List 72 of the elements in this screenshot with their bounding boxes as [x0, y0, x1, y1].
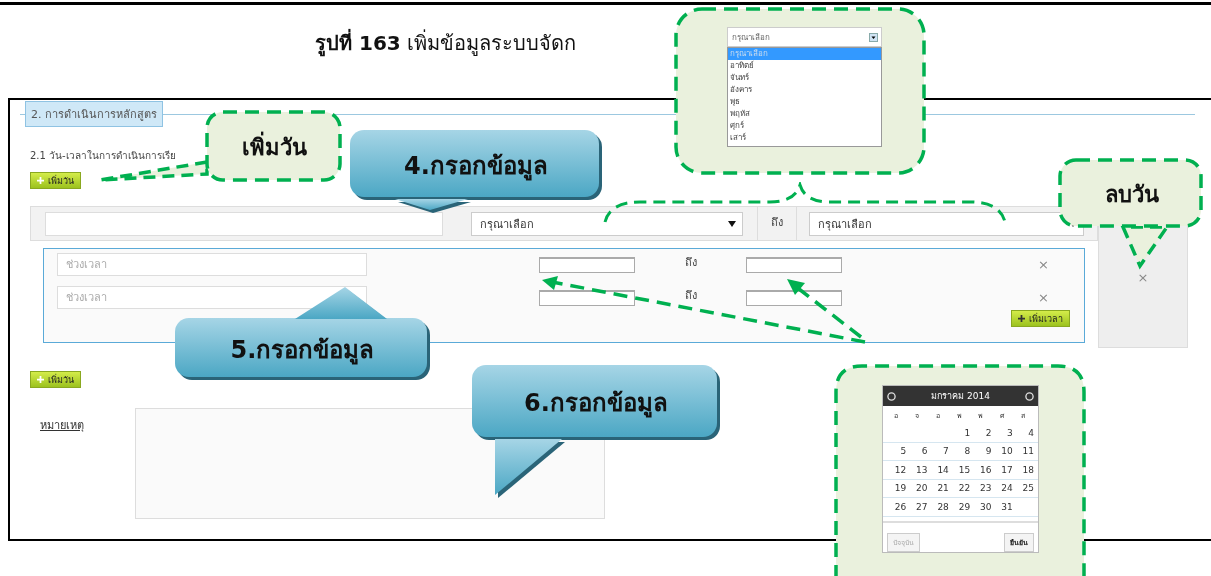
callout-label: ลบวัน: [1104, 180, 1159, 209]
add-day-button[interactable]: เพิ่มวัน: [30, 172, 81, 189]
callout-label: 5.กรอกข้อมูล: [230, 334, 375, 367]
calendar-day[interactable]: 28: [927, 501, 949, 512]
note-link[interactable]: หมายเหตุ: [40, 416, 135, 519]
plus-icon: [37, 376, 44, 383]
time-period-field[interactable]: ช่วงเวลา: [57, 286, 367, 309]
dropdown-option[interactable]: พฤหัส: [728, 108, 881, 120]
calendar-day[interactable]: 3: [991, 427, 1013, 438]
calendar-day[interactable]: 2: [970, 427, 992, 438]
start-time-field[interactable]: [539, 256, 635, 273]
section-subheading: 2.1 วัน-เวลาในการดำเนินการเรีย: [30, 149, 176, 163]
calendar-day[interactable]: 1: [948, 427, 971, 438]
day-select[interactable]: กรุณาเลือก: [727, 27, 882, 47]
calendar-day[interactable]: 8: [948, 446, 971, 457]
callout-label: เพิ่มวัน: [242, 129, 307, 165]
calendar-day[interactable]: 19: [885, 483, 907, 494]
month-title: มกราคม 2014: [931, 390, 990, 403]
calendar-day[interactable]: 26: [885, 501, 907, 512]
text-field[interactable]: [45, 211, 443, 236]
to-label: ถึง: [685, 255, 698, 271]
calendar-day[interactable]: 5: [885, 446, 907, 457]
start-time-field[interactable]: [539, 289, 635, 306]
dropdown-option[interactable]: เสาร์: [728, 132, 881, 144]
calendar-day[interactable]: 25: [1012, 483, 1034, 494]
callout-label: 4.กรอกข้อมูล: [404, 150, 548, 183]
calendar-day[interactable]: 21: [927, 483, 949, 494]
dropdown-option[interactable]: อังคาร: [728, 84, 881, 96]
calendar-day[interactable]: 10: [991, 446, 1013, 457]
calendar-day[interactable]: 13: [906, 464, 928, 475]
dropdown-option[interactable]: ศุกร์: [728, 120, 881, 132]
end-time-field[interactable]: [746, 256, 842, 273]
dropdown-arrow-icon: [728, 220, 736, 227]
add-day-button[interactable]: เพิ่มวัน: [30, 371, 81, 388]
remove-time-button[interactable]: ×: [1038, 257, 1049, 272]
remove-time-button[interactable]: ×: [1038, 290, 1049, 305]
calendar-day[interactable]: 31: [991, 501, 1013, 512]
calendar-day[interactable]: 17: [991, 464, 1013, 475]
calendar-day[interactable]: 14: [927, 464, 949, 475]
dropdown-option[interactable]: จันทร์: [728, 72, 881, 84]
dropdown-option[interactable]: อาทิตย์: [728, 60, 881, 72]
calendar-day[interactable]: 20: [906, 483, 928, 494]
dropdown-option[interactable]: พุธ: [728, 96, 881, 108]
calendar-day[interactable]: 12: [885, 464, 907, 475]
time-period-field[interactable]: ช่วงเวลา: [57, 253, 367, 276]
add-time-button[interactable]: เพิ่มเวลา: [1011, 310, 1070, 327]
calendar-day[interactable]: 6: [906, 446, 928, 457]
calendar-day[interactable]: 24: [991, 483, 1013, 494]
end-time-field[interactable]: [746, 289, 842, 306]
section-legend: 2. การดำเนินการหลักสูตร: [25, 101, 163, 127]
calendar-day[interactable]: 29: [948, 501, 971, 512]
calendar-day[interactable]: 22: [948, 483, 971, 494]
figure-caption: รูปที่ 163 เพิ่มข้อมูลระบบจัดก: [315, 28, 577, 57]
calendar-day[interactable]: 18: [1012, 464, 1034, 475]
previous-month-icon[interactable]: [887, 391, 896, 401]
calendar-day[interactable]: 15: [948, 464, 971, 475]
day-select[interactable]: กรุณาเลือก: [471, 211, 743, 236]
to-label: ถึง: [685, 288, 698, 304]
day-select[interactable]: กรุณาเลือก: [809, 211, 1084, 236]
calendar-day[interactable]: 23: [970, 483, 992, 494]
callout-label: 6.กรอกข้อมูล: [524, 388, 668, 420]
calendar-day[interactable]: 11: [1012, 446, 1034, 457]
next-month-icon[interactable]: [1025, 391, 1034, 401]
to-label: ถึง: [757, 207, 797, 240]
calendar-day[interactable]: 9: [970, 446, 992, 457]
calendar-day[interactable]: 16: [970, 464, 992, 475]
plus-icon: [1018, 315, 1025, 322]
calendar-day[interactable]: 4: [1012, 427, 1034, 438]
plus-icon: [37, 177, 44, 184]
calendar-day[interactable]: 30: [970, 501, 992, 512]
calendar-day[interactable]: 27: [906, 501, 928, 512]
calendar-day[interactable]: 7: [927, 446, 949, 457]
